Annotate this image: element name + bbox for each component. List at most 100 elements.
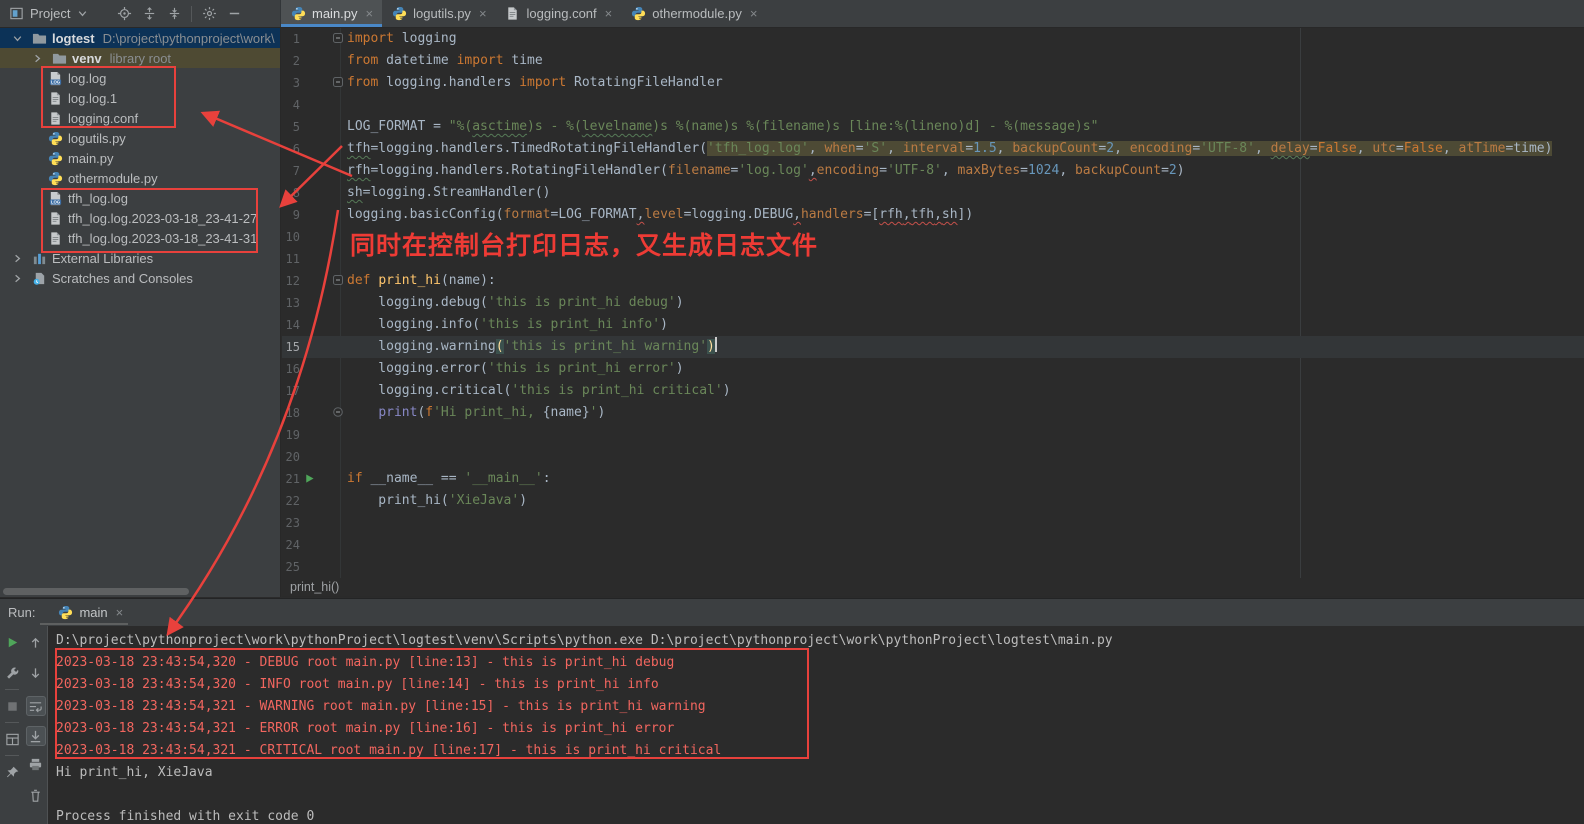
- code-text: logging.info('this is print_hi info'): [347, 314, 668, 336]
- tree-item-external-libraries[interactable]: External Libraries: [0, 248, 280, 268]
- chevron-down-icon[interactable]: [8, 30, 26, 46]
- fold-marker-icon[interactable]: [333, 33, 343, 43]
- python-file-icon: [57, 605, 73, 621]
- python-file-icon: [46, 170, 64, 186]
- tree-item-main-py[interactable]: main.py: [0, 148, 280, 168]
- code-line: 24: [282, 534, 1584, 556]
- tree-item-logutils-py[interactable]: logutils.py: [0, 128, 280, 148]
- code-line: 22 print_hi('XieJava'): [282, 490, 1584, 512]
- code-line: 14 logging.info('this is print_hi info'): [282, 314, 1584, 336]
- tab-label: logging.conf: [527, 6, 597, 21]
- tree-item-label: External Libraries: [52, 251, 153, 266]
- run-tab-main[interactable]: main ×: [57, 605, 123, 621]
- fold-circle-icon[interactable]: [333, 407, 343, 417]
- close-icon[interactable]: ×: [366, 7, 374, 20]
- line-number: 12: [282, 270, 300, 292]
- project-tree: logtestD:\project\pythonproject\work\ven…: [0, 28, 280, 288]
- fold-marker-icon[interactable]: [333, 275, 343, 285]
- tree-item-logtest[interactable]: logtestD:\project\pythonproject\work\: [0, 28, 280, 48]
- run-line-icon[interactable]: [303, 472, 316, 485]
- chevron-right-icon[interactable]: [8, 250, 26, 266]
- code-line: 16 logging.error('this is print_hi error…: [282, 358, 1584, 380]
- run-panel-body: D:\project\pythonproject\work\pythonProj…: [0, 626, 1584, 824]
- scroll-to-end-icon[interactable]: [26, 726, 46, 746]
- code-text: logging.basicConfig(format=LOG_FORMAT,le…: [347, 204, 973, 226]
- text-file-icon: [46, 230, 64, 246]
- line-number: 21: [282, 468, 300, 490]
- down-arrow-icon[interactable]: [28, 665, 44, 681]
- line-number: 20: [282, 446, 300, 468]
- tree-item-scratches-and-consoles[interactable]: Scratches and Consoles: [0, 268, 280, 288]
- tree-item-tfh-log-log[interactable]: LOGtfh_log.log: [0, 188, 280, 208]
- editor-tab-logutils-py[interactable]: logutils.py×: [382, 0, 495, 27]
- tree-item-log-log[interactable]: LOGlog.log: [0, 68, 280, 88]
- editor-tab-main-py[interactable]: main.py ×: [281, 0, 382, 27]
- project-tool-window[interactable]: logtestD:\project\pythonproject\work\ven…: [0, 28, 281, 597]
- fold-marker-icon[interactable]: [333, 77, 343, 87]
- toolbar-separator: [5, 689, 19, 690]
- run-icon[interactable]: [4, 634, 20, 650]
- editor-tab-othermodule-py[interactable]: othermodule.py ×: [621, 0, 766, 27]
- tree-item-othermodule-py[interactable]: othermodule.py: [0, 168, 280, 188]
- line-number: 24: [282, 534, 300, 556]
- editor-tab-bar: main.py×logutils.py×logging.conf×othermo…: [281, 0, 1584, 27]
- pin-icon[interactable]: [4, 764, 20, 780]
- tree-item-log-log-1[interactable]: log.log.1: [0, 88, 280, 108]
- settings-icon[interactable]: [201, 6, 217, 22]
- line-number: 6: [282, 138, 300, 160]
- code-text: logging.critical('this is print_hi criti…: [347, 380, 731, 402]
- close-icon[interactable]: ×: [605, 7, 613, 20]
- tree-item-tfh-log-log-2023-03-18-23-41-31[interactable]: tfh_log.log.2023-03-18_23-41-31: [0, 228, 280, 248]
- chevron-down-icon[interactable]: [74, 6, 90, 22]
- log-file-icon: LOG: [46, 190, 64, 206]
- code-line: 7rfh=logging.handlers.RotatingFileHandle…: [282, 160, 1584, 182]
- project-panel-title[interactable]: Project: [30, 6, 70, 21]
- tree-item-label: tfh_log.log.2023-03-18_23-41-31: [68, 231, 257, 246]
- line-number: 23: [282, 512, 300, 534]
- horizontal-scrollbar[interactable]: [3, 588, 189, 595]
- code-editor[interactable]: 1import logging2from datetime import tim…: [282, 28, 1584, 578]
- text-file-icon: [46, 110, 64, 126]
- wrench-icon[interactable]: [4, 665, 20, 681]
- code-line: 19: [282, 424, 1584, 446]
- text-caret: [715, 337, 717, 352]
- svg-text:LOG: LOG: [50, 79, 60, 84]
- chevron-right-icon[interactable]: [28, 50, 46, 66]
- code-line: 3from logging.handlers import RotatingFi…: [282, 72, 1584, 94]
- expand-all-icon[interactable]: [141, 6, 157, 22]
- soft-wrap-icon[interactable]: [26, 696, 46, 716]
- run-toolbar: [0, 626, 24, 824]
- close-icon[interactable]: ×: [750, 7, 758, 20]
- locate-icon[interactable]: [116, 6, 132, 22]
- code-area: 1import logging2from datetime import tim…: [282, 28, 1584, 578]
- top-bar: Project main.py×logutils.py×logging.conf…: [0, 0, 1584, 28]
- tree-item-logging-conf[interactable]: logging.conf: [0, 108, 280, 128]
- stop-icon[interactable]: [4, 698, 20, 714]
- hide-icon[interactable]: [226, 6, 242, 22]
- collapse-all-icon[interactable]: [166, 6, 182, 22]
- close-icon[interactable]: ×: [479, 7, 487, 20]
- printer-icon[interactable]: [28, 756, 44, 772]
- code-text: logging.error('this is print_hi error'): [347, 358, 684, 380]
- run-console-output[interactable]: D:\project\pythonproject\work\pythonProj…: [47, 626, 1584, 824]
- editor-tab-logging-conf[interactable]: logging.conf ×: [496, 0, 622, 27]
- trash-icon[interactable]: [28, 787, 44, 803]
- tree-item-tfh-log-log-2023-03-18-23-41-27[interactable]: tfh_log.log.2023-03-18_23-41-27: [0, 208, 280, 228]
- python-file-icon: [46, 130, 64, 146]
- code-text: from logging.handlers import RotatingFil…: [347, 72, 723, 94]
- up-arrow-icon[interactable]: [28, 634, 44, 650]
- layout-icon[interactable]: [4, 731, 20, 747]
- run-tab-underline: [40, 623, 128, 625]
- tree-item-venv[interactable]: venvlibrary root: [0, 48, 280, 68]
- breadcrumb-item[interactable]: print_hi(): [290, 580, 339, 594]
- close-icon[interactable]: ×: [116, 606, 124, 619]
- breadcrumb: print_hi(): [282, 578, 1584, 597]
- line-number: 2: [282, 50, 300, 72]
- tab-label: main.py: [312, 6, 358, 21]
- tab-label: othermodule.py: [652, 6, 742, 21]
- chevron-right-icon[interactable]: [8, 270, 26, 286]
- text-file-icon: [46, 210, 64, 226]
- code-text: LOG_FORMAT = "%(asctime)s - %(levelname)…: [347, 116, 1098, 138]
- code-line: 1import logging: [282, 28, 1584, 50]
- code-line: 25: [282, 556, 1584, 578]
